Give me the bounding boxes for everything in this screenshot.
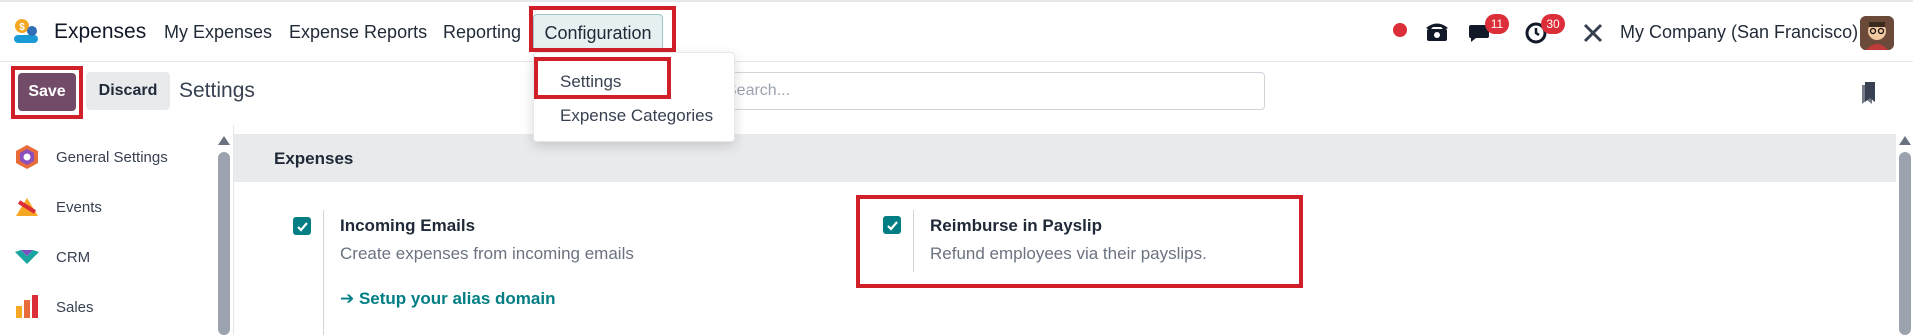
sidebar-item-label: Events (56, 198, 102, 216)
setting-divider (913, 210, 914, 272)
sidebar-scroll-thumb[interactable] (218, 152, 230, 335)
messages-button[interactable]: 11 (1467, 14, 1509, 44)
general-settings-icon (16, 145, 38, 169)
avatar-image-icon (1860, 16, 1894, 50)
phone-icon (1426, 23, 1448, 41)
top-navbar: $ Expenses My Expenses Expense Reports R… (0, 0, 1913, 62)
app-brand[interactable]: $ Expenses (12, 18, 146, 46)
configuration-dropdown: Settings Expense Categories (533, 52, 735, 142)
messages-badge: 11 (1485, 14, 1509, 34)
sales-icon (16, 295, 38, 318)
events-icon (16, 198, 38, 216)
highlight-reimburse-in-payslip (856, 195, 1303, 288)
discard-button[interactable]: Discard (86, 72, 170, 110)
phone-button[interactable] (1425, 20, 1449, 42)
sidebar-item-general-settings[interactable]: General Settings (14, 144, 168, 170)
app-name: Expenses (54, 20, 147, 43)
sidebar-item-label: General Settings (56, 148, 168, 166)
checkmark-icon (296, 221, 308, 232)
setting-divider (323, 210, 324, 335)
activities-badge: 30 (1541, 14, 1565, 34)
debug-tools-button[interactable] (1582, 22, 1604, 44)
user-avatar[interactable] (1860, 16, 1894, 50)
main-scrollbar[interactable] (1899, 134, 1911, 335)
sidebar-scrollbar[interactable] (218, 134, 230, 335)
menu-reporting[interactable]: Reporting (443, 22, 521, 43)
sidebar-item-events[interactable]: Events (14, 194, 102, 220)
search-placeholder: Search... (726, 82, 791, 99)
page-title: Settings (179, 79, 255, 102)
dropdown-item-settings[interactable]: Settings (560, 72, 621, 92)
menu-expense-reports[interactable]: Expense Reports (289, 22, 427, 43)
setting-title: Reimburse in Payslip (930, 216, 1102, 235)
activities-button[interactable]: 30 (1525, 14, 1565, 44)
sidebar-item-sales[interactable]: Sales (14, 294, 94, 320)
dropdown-item-expense-categories[interactable]: Expense Categories (560, 106, 713, 126)
setting-description: Create expenses from incoming emails (340, 244, 634, 263)
checkmark-icon (886, 220, 898, 231)
scroll-up-icon[interactable] (1899, 136, 1911, 145)
sidebar-item-label: Sales (56, 298, 94, 316)
menu-my-expenses[interactable]: My Expenses (164, 22, 272, 43)
expenses-app-icon: $ (14, 19, 38, 43)
sidebar-item-crm[interactable]: CRM (14, 244, 90, 270)
company-switcher[interactable]: My Company (San Francisco) (1620, 22, 1858, 43)
recording-indicator[interactable] (1393, 23, 1407, 37)
crm-icon (15, 250, 39, 264)
setting-description: Refund employees via their payslips. (930, 244, 1207, 263)
record-dot-icon (1393, 23, 1407, 37)
reimburse-in-payslip-checkbox[interactable] (883, 216, 901, 234)
menu-configuration[interactable]: Configuration (533, 14, 663, 52)
svg-text:$: $ (19, 22, 25, 33)
tools-icon (1583, 23, 1603, 43)
bookmark-icon[interactable] (1861, 82, 1877, 104)
section-title: Expenses (274, 149, 354, 168)
main-scroll-thumb[interactable] (1899, 152, 1911, 335)
section-header: Expenses (234, 134, 1896, 182)
setup-alias-domain-link[interactable]: ➔ Setup your alias domain (340, 289, 555, 309)
scroll-up-icon[interactable] (218, 136, 230, 145)
setting-title: Incoming Emails (340, 216, 476, 235)
incoming-emails-checkbox[interactable] (293, 217, 311, 235)
settings-sidebar: General Settings Events CRM Sales (0, 134, 220, 335)
save-button[interactable]: Save (18, 73, 76, 111)
sidebar-item-label: CRM (56, 248, 91, 266)
